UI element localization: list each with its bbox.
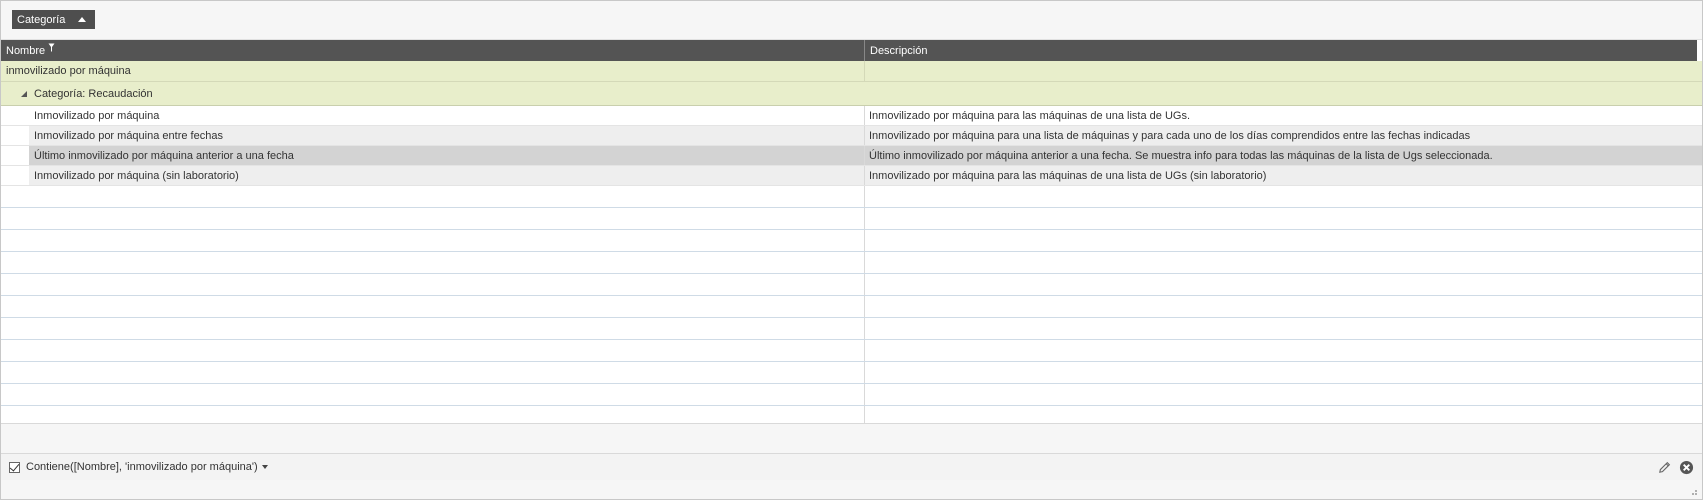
column-header-descripcion[interactable]: Descripción bbox=[865, 40, 1702, 61]
empty-row bbox=[1, 208, 1702, 230]
sort-ascending-icon bbox=[78, 17, 86, 22]
row-description: Inmovilizado por máquina para las máquin… bbox=[865, 166, 1702, 185]
row-description: Inmovilizado por máquina para las máquin… bbox=[869, 109, 1191, 122]
category-group-row[interactable]: Categoría: Recaudación bbox=[1, 82, 1702, 106]
row-indent bbox=[1, 146, 29, 165]
empty-row bbox=[1, 230, 1702, 252]
empty-row bbox=[1, 274, 1702, 296]
empty-row bbox=[1, 362, 1702, 384]
filter-enabled-checkbox[interactable] bbox=[9, 461, 20, 473]
empty-row bbox=[1, 296, 1702, 318]
empty-row bbox=[1, 384, 1702, 406]
row-name: Inmovilizado por máquina bbox=[34, 109, 160, 122]
empty-row bbox=[1, 252, 1702, 274]
row-description: Inmovilizado por máquina para una lista … bbox=[865, 126, 1702, 145]
table-row-selected[interactable]: Último inmovilizado por máquina anterior… bbox=[1, 146, 1702, 166]
row-indent bbox=[1, 106, 29, 125]
row-name: Inmovilizado por máquina entre fechas bbox=[29, 126, 864, 145]
empty-row bbox=[1, 340, 1702, 362]
group-panel: Categoría bbox=[1, 1, 1702, 40]
row-indent bbox=[1, 126, 29, 145]
empty-row bbox=[1, 186, 1702, 208]
table-row[interactable]: Inmovilizado por máquina Inmovilizado po… bbox=[1, 106, 1702, 126]
group-row[interactable]: inmovilizado por máquina bbox=[1, 61, 1702, 82]
row-description: Último inmovilizado por máquina anterior… bbox=[865, 146, 1702, 165]
chevron-down-icon[interactable] bbox=[261, 465, 268, 469]
filter-icon[interactable] bbox=[48, 43, 55, 53]
report-grid: Categoría Nombre Descripción inmovilizad… bbox=[0, 0, 1703, 500]
table-row[interactable]: Inmovilizado por máquina (sin laboratori… bbox=[1, 166, 1702, 186]
pencil-icon[interactable] bbox=[1657, 460, 1672, 475]
column-header-nombre[interactable]: Nombre bbox=[1, 40, 865, 61]
status-bar bbox=[1, 480, 1702, 499]
row-name: Último inmovilizado por máquina anterior… bbox=[29, 146, 864, 165]
table-row[interactable]: Inmovilizado por máquina entre fechas In… bbox=[1, 126, 1702, 146]
row-name: Inmovilizado por máquina (sin laboratori… bbox=[29, 166, 864, 185]
group-chip-categoria[interactable]: Categoría bbox=[12, 10, 95, 29]
empty-row bbox=[1, 318, 1702, 340]
row-indent bbox=[1, 166, 29, 185]
close-circle-icon[interactable] bbox=[1679, 460, 1694, 475]
filter-expression[interactable]: Contiene([Nombre], 'inmovilizado por máq… bbox=[26, 461, 258, 473]
column-header-row: Nombre Descripción bbox=[1, 40, 1702, 61]
category-group-label: Categoría: Recaudación bbox=[34, 87, 153, 100]
resize-grip-icon[interactable] bbox=[1688, 486, 1698, 496]
footer-spacer bbox=[1, 423, 1702, 455]
expand-triangle-icon[interactable] bbox=[21, 90, 27, 97]
column-header-label: Descripción bbox=[870, 44, 928, 57]
header-edge bbox=[1697, 40, 1702, 61]
group-row-empty bbox=[865, 61, 1702, 81]
group-chip-label: Categoría bbox=[17, 13, 66, 26]
filter-bar: Contiene([Nombre], 'inmovilizado por máq… bbox=[1, 453, 1702, 481]
group-row-label: inmovilizado por máquina bbox=[1, 61, 865, 81]
column-header-label: Nombre bbox=[6, 44, 46, 57]
